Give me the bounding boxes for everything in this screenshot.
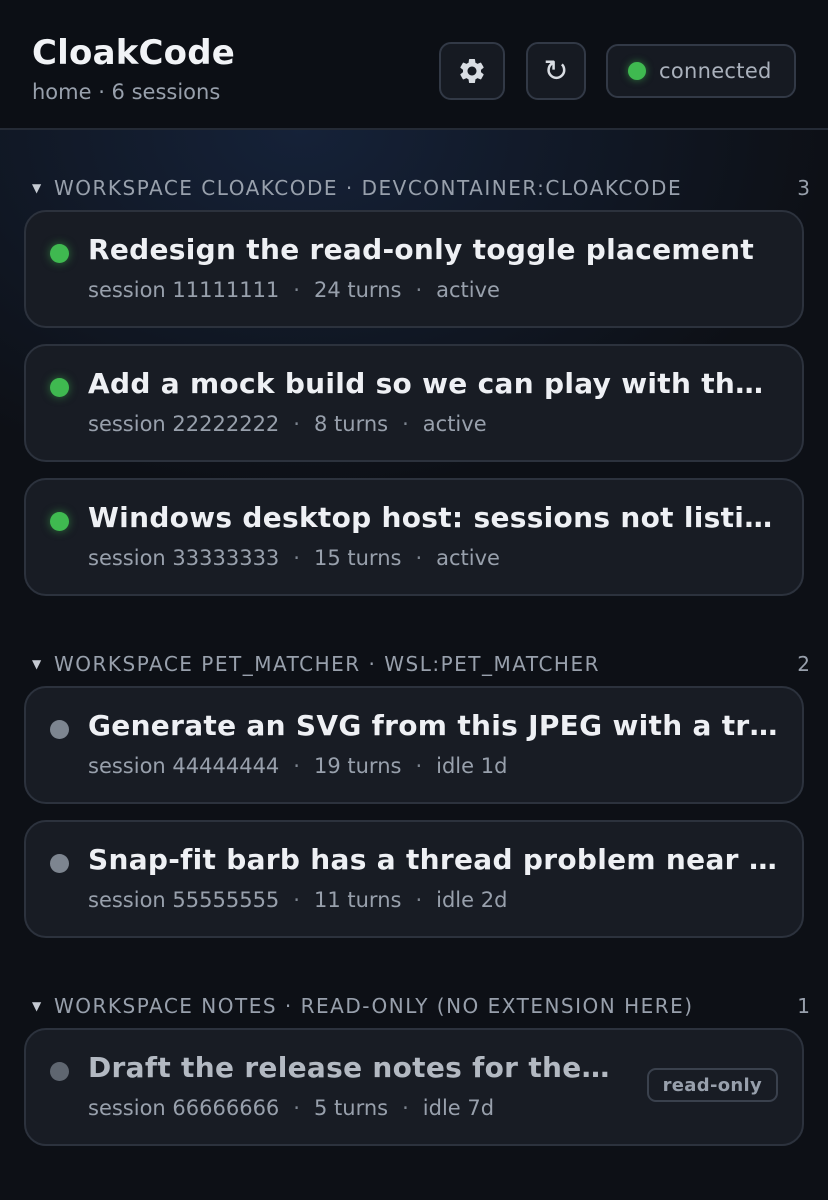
connection-status-text: connected	[659, 59, 772, 83]
session-meta: session 22222222 · 8 turns · active	[88, 410, 487, 438]
session-status: active	[436, 278, 500, 302]
app-subtitle: home · 6 sessions	[32, 80, 221, 104]
workspace-group-header-pet-matcher[interactable]: ▼ WORKSPACE PET_MATCHER · WSL:PET_MATCHE…	[32, 650, 812, 678]
session-card[interactable]: Generate an SVG from this JPEG with a tr…	[24, 686, 804, 804]
session-card[interactable]: Snap-fit barb has a thread problem near …	[24, 820, 804, 938]
caret-down-icon: ▼	[32, 657, 42, 671]
status-idle-icon	[50, 854, 69, 873]
status-active-icon	[50, 244, 69, 263]
session-meta: session 11111111 · 24 turns · active	[88, 276, 500, 304]
status-active-icon	[50, 378, 69, 397]
refresh-icon: ↻	[543, 53, 569, 89]
workspace-group-title: WORKSPACE NOTES · READ-ONLY (NO EXTENSIO…	[54, 994, 694, 1018]
session-meta: session 55555555 · 11 turns · idle 2d	[88, 886, 507, 914]
workspace-group-header-notes[interactable]: ▼ WORKSPACE NOTES · READ-ONLY (NO EXTENS…	[32, 992, 812, 1020]
session-id: session 66666666	[88, 1096, 280, 1120]
settings-button[interactable]	[439, 42, 505, 100]
session-turns: 15 turns	[313, 546, 402, 570]
session-status: active	[436, 546, 500, 570]
meta-separator: ·	[402, 412, 409, 436]
meta-separator: ·	[415, 888, 423, 912]
session-id: session 44444444	[88, 754, 280, 778]
workspace-group-header-cloakcode[interactable]: ▼ WORKSPACE CLOAKCODE · DEVCONTAINER:CLO…	[32, 174, 812, 202]
session-card[interactable]: Windows desktop host: sessions not listi…	[24, 478, 804, 596]
session-status: idle 7d	[422, 1096, 495, 1120]
session-meta: session 33333333 · 15 turns · active	[88, 544, 500, 572]
meta-separator: ·	[402, 1096, 409, 1120]
session-id: session 22222222	[88, 412, 280, 436]
meta-separator: ·	[415, 546, 423, 570]
session-title: Draft the release notes for the next ver…	[88, 1051, 618, 1084]
connection-dot-icon	[628, 62, 646, 80]
session-card[interactable]: Draft the release notes for the next ver…	[24, 1028, 804, 1146]
session-id: session 33333333	[88, 546, 280, 570]
refresh-button[interactable]: ↻	[526, 42, 586, 100]
workspace-group-title: WORKSPACE PET_MATCHER · WSL:PET_MATCHER	[54, 652, 600, 676]
gear-icon	[460, 58, 484, 83]
session-status: idle 2d	[436, 888, 508, 912]
workspace-session-count: 3	[797, 176, 810, 200]
caret-down-icon: ▼	[32, 181, 42, 195]
workspace-group-title: WORKSPACE CLOAKCODE · DEVCONTAINER:CLOAK…	[54, 176, 683, 200]
workspace-session-count: 2	[797, 652, 810, 676]
session-status: idle 1d	[436, 754, 508, 778]
caret-down-icon: ▼	[32, 999, 42, 1013]
meta-separator: ·	[293, 1096, 300, 1120]
session-turns: 5 turns	[313, 1096, 389, 1120]
session-turns: 11 turns	[313, 888, 402, 912]
meta-separator: ·	[293, 546, 300, 570]
meta-separator: ·	[293, 278, 300, 302]
meta-separator: ·	[293, 888, 300, 912]
session-id: session 11111111	[88, 278, 280, 302]
meta-separator: ·	[415, 754, 423, 778]
session-meta: session 44444444 · 19 turns · idle 1d	[88, 752, 507, 780]
session-card[interactable]: Redesign the read-only toggle placement …	[24, 210, 804, 328]
status-idle-icon	[50, 720, 69, 739]
session-title: Add a mock build so we can play with the…	[88, 367, 780, 400]
status-idle-icon	[50, 1062, 69, 1081]
meta-separator: ·	[293, 754, 300, 778]
session-turns: 8 turns	[313, 412, 389, 436]
session-card[interactable]: Add a mock build so we can play with the…	[24, 344, 804, 462]
session-title: Snap-fit barb has a thread problem near …	[88, 843, 780, 876]
session-title: Generate an SVG from this JPEG with a tr…	[88, 709, 780, 742]
session-title: Windows desktop host: sessions not listi…	[88, 501, 780, 534]
read-only-badge: read-only	[646, 1068, 778, 1102]
session-status: active	[422, 412, 487, 436]
session-meta: session 66666666 · 5 turns · idle 7d	[88, 1094, 494, 1122]
app-header: CloakCode home · 6 sessions ↻ connected	[0, 0, 828, 130]
session-turns: 24 turns	[313, 278, 402, 302]
workspace-session-count: 1	[797, 994, 810, 1018]
status-active-icon	[50, 512, 69, 531]
app-title: CloakCode	[32, 33, 236, 73]
session-turns: 19 turns	[313, 754, 402, 778]
session-id: session 55555555	[88, 888, 280, 912]
connection-status-badge: connected	[606, 44, 796, 98]
session-title: Redesign the read-only toggle placement	[88, 233, 755, 266]
meta-separator: ·	[415, 278, 423, 302]
session-list-page: CloakCode home · 6 sessions ↻ connected …	[0, 0, 828, 1200]
meta-separator: ·	[293, 412, 300, 436]
